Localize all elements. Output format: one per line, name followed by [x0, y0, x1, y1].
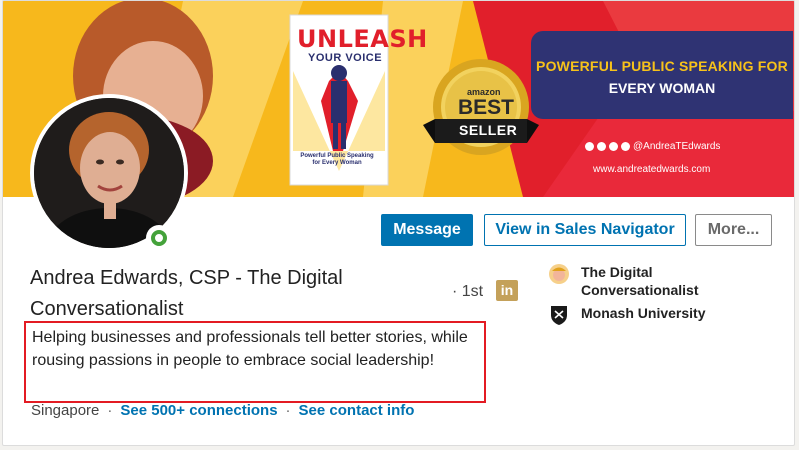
profile-location: Singapore: [31, 402, 100, 419]
profile-headline: Helping businesses and professionals tel…: [24, 321, 486, 403]
education-school[interactable]: Monash University: [548, 304, 721, 326]
profile-card: UNLEASH YOUR VOICE Powerful Public Speak…: [2, 0, 795, 446]
linkedin-premium-icon: in: [496, 280, 518, 301]
company-logo-icon: [549, 264, 569, 284]
banner-social-row: @AndreaTEdwards: [585, 141, 720, 152]
twitter-icon: [585, 142, 594, 151]
book-subtitle: Powerful Public Speaking for Every Woman: [300, 153, 374, 166]
badge-seller-text: SELLER: [459, 122, 518, 138]
company-name: The Digital Conversationalist: [581, 264, 699, 298]
social-handle: @AndreaTEdwards: [633, 141, 721, 152]
school-crest-icon: [551, 306, 567, 325]
facebook-icon: [609, 142, 618, 151]
profile-meta-row: Singapore · See 500+ connections · See c…: [31, 402, 414, 419]
banner-tagline: POWERFUL PUBLIC SPEAKING FOR EVERY WOMAN: [531, 31, 793, 119]
meta-separator: ·: [107, 402, 113, 419]
see-contact-info-link[interactable]: See contact info: [299, 402, 415, 419]
tagline-line1: POWERFUL PUBLIC SPEAKING FOR: [536, 58, 788, 74]
online-status-indicator: [146, 225, 172, 251]
school-name: Monash University: [581, 305, 706, 321]
meta-separator: ·: [285, 402, 291, 419]
tagline-line2: EVERY WOMAN: [608, 80, 716, 96]
instagram-icon: [621, 142, 630, 151]
book-title-line2: YOUR VOICE: [308, 52, 383, 64]
book-title-line1: UNLEASH: [297, 25, 428, 53]
see-connections-link[interactable]: See 500+ connections: [120, 402, 277, 419]
banner-website: www.andreatedwards.com: [593, 164, 711, 175]
connection-degree: · 1st: [452, 283, 484, 300]
current-company[interactable]: The Digital Conversationalist: [548, 263, 721, 299]
more-button[interactable]: More...: [695, 214, 772, 246]
view-in-sales-navigator-button[interactable]: View in Sales Navigator: [484, 214, 686, 246]
badge-best-text: BEST: [458, 96, 515, 119]
profile-name: Andrea Edwards, CSP - The Digital Conver…: [30, 267, 343, 320]
linkedin-icon: [597, 142, 606, 151]
message-button[interactable]: Message: [381, 214, 473, 246]
